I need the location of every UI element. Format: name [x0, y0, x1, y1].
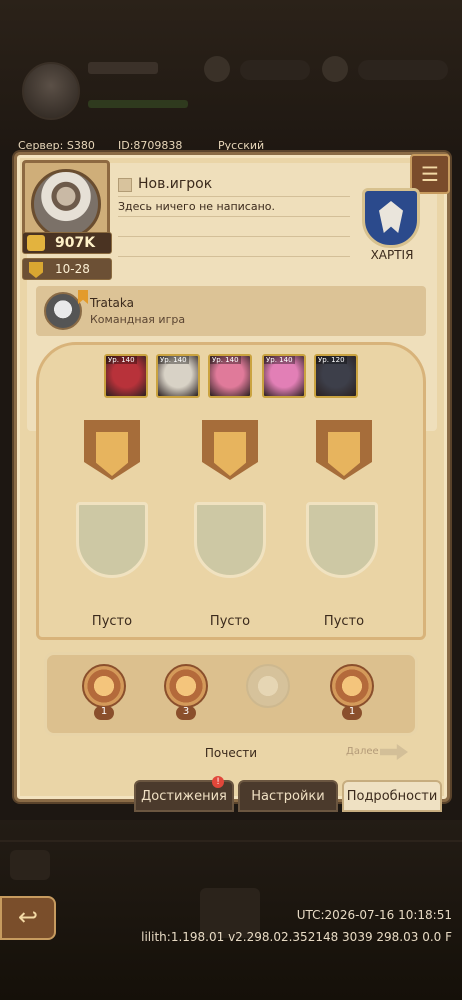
medal-ribbon-icon [310, 420, 378, 486]
partner-name: Trataka [90, 296, 135, 310]
background-avatar [22, 62, 80, 120]
tab-settings[interactable]: Настройки [238, 780, 338, 812]
partner-row[interactable]: Trataka Командная игра [36, 286, 426, 336]
medal-slot-label: Пусто [91, 614, 133, 629]
shield-icon [29, 262, 43, 278]
background-coin-icon [204, 56, 230, 82]
fist-icon [27, 235, 45, 251]
medal-slot[interactable] [306, 502, 378, 578]
utc-timestamp: UTC:2026-07-16 10:18:51 [296, 908, 452, 922]
tab-achievements-label: Достижения [141, 789, 227, 804]
hero-level: Ур. 140 [106, 356, 137, 364]
hero-level: Ур. 120 [316, 356, 347, 364]
honors-title: Почести [204, 746, 258, 760]
rank-flag-icon [78, 290, 88, 304]
badge-count: 1 [342, 706, 362, 720]
language-label: Русский [218, 139, 265, 152]
background-name-bar [88, 62, 158, 74]
power-value: 907K [55, 235, 96, 251]
tab-settings-label: Настройки [251, 789, 325, 804]
partner-mode: Командная игра [90, 313, 186, 326]
book-icon: ☰ [421, 162, 439, 186]
medal-slot-label: Пусто [323, 614, 365, 629]
hero-slot[interactable]: Ур. 120 [314, 354, 358, 398]
player-motto[interactable]: Здесь ничего не написано. [118, 200, 275, 213]
version-string: lilith:1.198.01 v2.298.02.352148 3039 29… [141, 930, 452, 944]
hero-level: Ур. 140 [264, 356, 295, 364]
guild-level-badge: 10-28 [22, 258, 112, 280]
avatar-image [31, 169, 101, 239]
medal-ribbon-icon [196, 420, 264, 486]
divider [118, 216, 350, 217]
background-gem-icon [322, 56, 348, 82]
book-badge-icon[interactable] [330, 664, 374, 708]
medal-slot[interactable] [76, 502, 148, 578]
guild-level-value: 10-28 [55, 262, 90, 276]
hero-level: Ур. 140 [158, 356, 189, 364]
divider [118, 196, 350, 197]
hero-slot[interactable]: Ур. 140 [208, 354, 252, 398]
tab-details[interactable]: Подробности [342, 780, 442, 812]
divider [118, 256, 350, 257]
badge-count: 3 [176, 706, 196, 720]
locked-badge-icon[interactable] [246, 664, 290, 708]
tab-achievements[interactable]: Достижения ! [134, 776, 234, 812]
power-badge: 907K [22, 232, 112, 254]
background-currency-pill [240, 60, 310, 80]
name-edit-checkbox[interactable] [118, 178, 132, 192]
more-link[interactable]: Далее [346, 746, 379, 757]
partner-avatar [44, 292, 82, 330]
faction-label: ХАРТІЯ [370, 248, 414, 262]
back-arrow-icon: ↩ [17, 903, 39, 931]
medal-slot-label: Пусто [209, 614, 251, 629]
hero-slot[interactable]: Ур. 140 [104, 354, 148, 398]
server-label: Сервер: S380 [18, 139, 95, 152]
background-level-bar [88, 100, 188, 108]
player-name[interactable]: Нов.игрок [138, 176, 212, 192]
faction-emblem[interactable] [362, 188, 420, 248]
divider [118, 236, 350, 237]
wings-icon [379, 201, 403, 233]
tab-details-label: Подробности [346, 789, 438, 804]
hero-slot[interactable]: Ур. 140 [156, 354, 200, 398]
background-gem-pill [358, 60, 448, 80]
background-divider [0, 840, 462, 842]
background-item [10, 850, 50, 880]
hero-level: Ур. 140 [210, 356, 241, 364]
medal-ribbon-icon [78, 420, 146, 486]
hero-slot[interactable]: Ур. 140 [262, 354, 306, 398]
crown-badge-icon[interactable] [164, 664, 208, 708]
player-id: ID:8709838 [118, 139, 183, 152]
notification-badge: ! [212, 776, 224, 788]
badge-count: 1 [94, 706, 114, 720]
compass-badge-icon[interactable] [82, 664, 126, 708]
medal-slot[interactable] [194, 502, 266, 578]
back-button[interactable]: ↩ [0, 896, 56, 940]
